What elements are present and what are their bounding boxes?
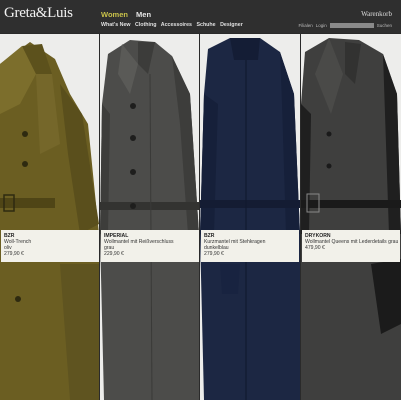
category-whats-new[interactable]: What's New — [101, 22, 131, 28]
gender-nav: Women Men — [101, 10, 157, 19]
product-caption: DRYKORN Wollmantel Queens mit Lederdetai… — [302, 230, 400, 262]
product-price: 229,90 € — [104, 251, 124, 257]
nav-men[interactable]: Men — [136, 10, 151, 19]
product-price: 279,90 € — [204, 251, 224, 257]
product-image-navy-coat[interactable] — [200, 34, 300, 400]
product-card[interactable]: BZR Woll-Trench oliv 279,90 € — [0, 34, 99, 400]
category-nav: What's New Clothing Accessoires Schuhe D… — [101, 22, 246, 28]
category-clothing[interactable]: Clothing — [135, 22, 156, 28]
product-card[interactable]: IMPERIAL Wollmantel mit Reißverschluss g… — [100, 34, 199, 400]
category-accessoires[interactable]: Accessoires — [161, 22, 192, 28]
product-caption: BZR Woll-Trench oliv 279,90 € — [1, 230, 99, 262]
category-schuhe[interactable]: Schuhe — [196, 22, 215, 28]
product-image-olive-trench[interactable] — [0, 34, 99, 400]
product-price: 279,90 € — [4, 251, 24, 257]
cart-link[interactable]: Warenkorb — [361, 10, 392, 18]
utility-nav: Filialen Login Suchen — [298, 23, 395, 28]
product-grid: BZR Woll-Trench oliv 279,90 € IMPERIAL W… — [0, 34, 401, 400]
product-card[interactable]: BZR Kurzmantel mit Stehkragen dunkelblau… — [200, 34, 300, 400]
search-button[interactable]: Suchen — [377, 23, 392, 28]
product-caption: IMPERIAL Wollmantel mit Reißverschluss g… — [101, 230, 199, 262]
search-input[interactable] — [329, 23, 374, 28]
login-link[interactable]: Login — [316, 23, 327, 28]
product-price: 479,90 € — [305, 245, 325, 251]
product-image-grey-coat[interactable] — [100, 34, 199, 400]
product-caption: BZR Kurzmantel mit Stehkragen dunkelblau… — [201, 230, 299, 262]
nav-women[interactable]: Women — [101, 10, 128, 19]
top-navigation-bar: Greta&Luis Women Men What's New Clothing… — [0, 0, 401, 33]
brand-logo[interactable]: Greta&Luis — [4, 5, 73, 22]
product-image-grey-leather-coat[interactable] — [301, 34, 401, 400]
stores-link[interactable]: Filialen — [298, 23, 312, 28]
category-designer[interactable]: Designer — [220, 22, 243, 28]
product-card[interactable]: DRYKORN Wollmantel Queens mit Lederdetai… — [301, 34, 401, 400]
